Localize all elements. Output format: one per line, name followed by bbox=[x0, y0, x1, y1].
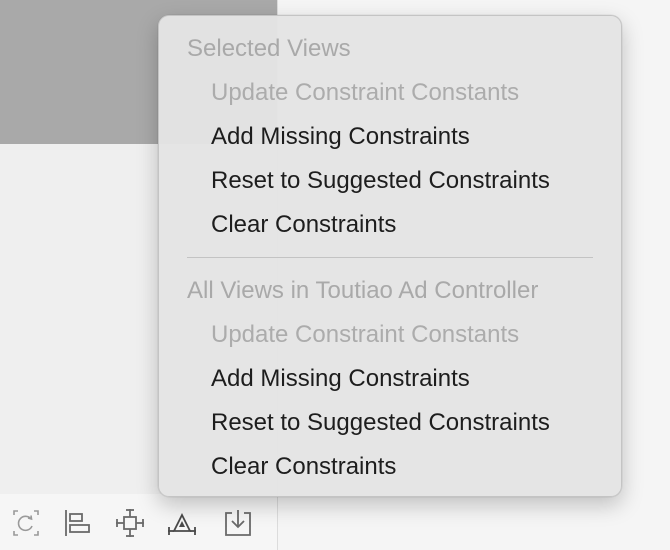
menu-item-reset-to-suggested-constraints-selected[interactable]: Reset to Suggested Constraints bbox=[159, 161, 670, 201]
embed-in-icon[interactable] bbox=[222, 507, 254, 539]
menu-item-add-missing-constraints-selected[interactable]: Add Missing Constraints bbox=[159, 117, 670, 157]
menu-item-update-constraint-constants-all: Update Constraint Constants bbox=[211, 321, 520, 348]
resolve-issues-icon[interactable] bbox=[166, 507, 198, 539]
layout-toolbar bbox=[0, 494, 277, 550]
menu-item-update-constraint-constants-selected: Update Constraint Constants bbox=[211, 79, 520, 106]
menu-item-add-missing-constraints-all[interactable]: Add Missing Constraints bbox=[159, 359, 670, 399]
menu-item-clear-constraints-all[interactable]: Clear Constraints bbox=[159, 447, 670, 487]
align-icon[interactable] bbox=[62, 507, 94, 539]
menu-header-selected-views: Selected Views bbox=[187, 35, 351, 62]
update-frames-icon[interactable] bbox=[10, 507, 42, 539]
menu-header-all-views: All Views in Toutiao Ad Controller bbox=[187, 277, 539, 304]
add-constraints-icon[interactable] bbox=[114, 507, 146, 539]
menu-separator bbox=[187, 257, 593, 258]
resolve-auto-layout-issues-menu: Selected Views Update Constraint Constan… bbox=[158, 15, 622, 497]
menu-item-clear-constraints-selected[interactable]: Clear Constraints bbox=[159, 205, 670, 245]
menu-item-reset-to-suggested-constraints-all[interactable]: Reset to Suggested Constraints bbox=[159, 403, 670, 443]
